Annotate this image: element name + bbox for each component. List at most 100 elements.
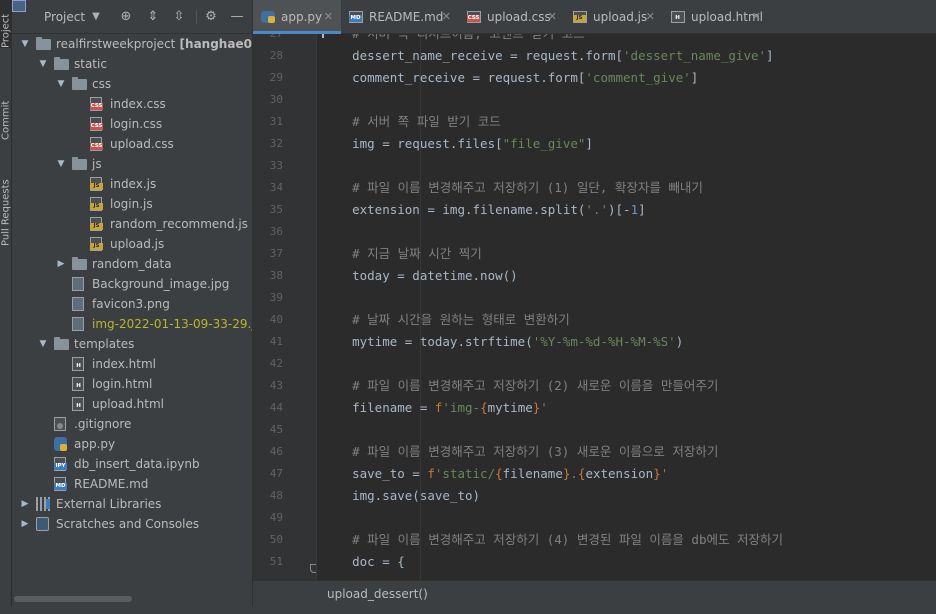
tab-readme-md[interactable]: MD README.md ✕ [341,0,459,34]
tree-item-label: index.js [110,177,157,191]
tree-item-realfirstweekproject[interactable]: ▼ realfirstweekproject [hanghae02] C: [12,34,252,54]
code-line[interactable]: mytime = today.strftime('%Y-%m-%d-%H-%M-… [322,331,683,353]
code-line[interactable]: # 서버 쪽 디저트이름, 코멘트 받기 코드 [322,34,585,45]
tree-item-templates[interactable]: ▼ templates [12,334,252,354]
tree-item-login-css[interactable]: CSS login.css [12,114,252,134]
editor-tabs: app.py ✕ MD README.md ✕ CSS upload.css ✕ JS uploa… [253,0,936,34]
tree-item-upload-css[interactable]: CSS upload.css [12,134,252,154]
js-file-icon: JS [573,11,587,23]
gear-icon[interactable]: ⚙ [203,9,219,25]
close-icon[interactable]: ✕ [646,0,655,34]
folder-icon [36,37,51,50]
chevron-down-icon[interactable]: ▼ [88,9,104,25]
line-number: 35 [269,203,283,216]
chevron-right-icon[interactable]: ▶ [20,514,30,534]
code-line[interactable]: # 파일 이름 변경해주고 저장하기 (2) 새로운 이름을 만들어주기 [322,375,718,397]
tree-item-css[interactable]: ▼ css [12,74,252,94]
breadcrumb-function[interactable]: upload_dessert() [327,581,428,607]
tree-item-index-css[interactable]: CSS index.css [12,94,252,114]
tree-item-index-js[interactable]: JS index.js [12,174,252,194]
line-number: 40 [269,313,283,326]
tree-item-app-py[interactable]: app.py [12,434,252,454]
chevron-down-icon[interactable]: ▼ [20,34,30,54]
tree-item-static[interactable]: ▼ static [12,54,252,74]
project-view-title[interactable]: Project [44,10,85,24]
hide-icon[interactable]: — [229,9,245,25]
code-line[interactable]: today = datetime.now() [322,265,518,287]
close-icon[interactable]: ✕ [442,0,451,34]
tree-item-readme-md[interactable]: MD README.md [12,474,252,494]
chevron-right-icon[interactable]: ▶ [20,494,30,514]
code-line[interactable]: # 서버 쪽 파일 받기 코드 [322,111,501,133]
code-line[interactable]: img = request.files["file_give"] [322,133,593,155]
chevron-down-icon[interactable]: ▼ [38,54,48,74]
chevron-down-icon[interactable]: ▼ [56,154,66,174]
close-icon[interactable]: ✕ [548,0,557,34]
project-panel-header: Project ▼ ⊕ ⇕ ⇳ ⚙ — [12,0,252,34]
ipynb-file-icon: IPY [54,457,67,471]
line-number-gutter: 27 28 29 30 31 32 33 34 35 36 37 38 39 40 41 42 43 44 45 46… [253,34,317,580]
tab-upload-html[interactable]: Hupload.html ✕ [663,0,769,34]
line-number: 47 [269,467,283,480]
code-line[interactable]: doc = { [322,551,405,573]
fold-icon[interactable] [310,564,316,573]
html-file-icon: H [72,377,84,391]
expand-all-icon[interactable]: ⇕ [145,9,161,25]
tree-item-label: index.css [110,97,166,111]
breadcrumb[interactable]: upload_dessert() [253,580,936,606]
tree-item-img-2022-01-13-09-33-29-jp[interactable]: img-2022-01-13-09-33-29.jp [12,314,252,334]
tree-item-upload-js[interactable]: JS upload.js [12,234,252,254]
close-icon[interactable]: ✕ [752,0,761,34]
tree-item-label: login.css [110,117,163,131]
line-number: 32 [269,137,283,150]
editor-area: app.py ✕ MD README.md ✕ CSS upload.css ✕ JS uploa… [252,0,936,614]
code-editor[interactable]: # 서버 쪽 디저트이름, 코멘트 받기 코드 dessert_name_rec… [318,34,936,580]
code-line[interactable]: # 지금 날짜 시간 찍기 [322,243,482,265]
commit-tool-tab-label: Commit [0,100,12,140]
code-line[interactable]: # 파일 이름 변경해주고 저장하기 (4) 변경된 파일 이름을 db에도 저… [322,529,783,551]
collapse-all-icon[interactable]: ⇳ [171,9,187,25]
css-file-icon: CSS [90,137,103,151]
code-line[interactable]: save_to = f'static/{filename}.{extension… [322,463,668,485]
tree-item-scratches-and-consoles[interactable]: ▶ Scratches and Consoles [12,514,252,534]
close-icon[interactable]: ✕ [324,0,333,34]
js-file-icon: JS [90,177,103,191]
code-line[interactable]: # 파일 이름 변경해주고 저장하기 (1) 일단, 확장자를 빼내기 [322,177,703,199]
tree-item-login-js[interactable]: JS login.js [12,194,252,214]
tree-item-background-image-jpg[interactable]: Background_image.jpg [12,274,252,294]
line-number: 28 [269,49,283,62]
code-line[interactable]: img.save(save_to) [322,485,480,507]
code-line[interactable]: filename = f'img-{mytime}' [322,397,548,419]
tree-item-js[interactable]: ▼ js [12,154,252,174]
code-line[interactable]: # 파일 이름 변경해주고 저장하기 (3) 새로운 이름으로 저장하기 [322,441,718,463]
tree-item-db-insert-data-ipynb[interactable]: IPY db_insert_data.ipynb [12,454,252,474]
code-line[interactable]: # 날짜 시간을 원하는 형태로 변환하기 [322,309,570,331]
code-line[interactable]: dessert_name_receive = request.form['des… [322,45,773,67]
image-file-icon [72,277,84,291]
chevron-down-icon[interactable]: ▼ [38,334,48,354]
tab-upload-css[interactable]: CSS upload.css ✕ [459,0,565,34]
target-icon[interactable]: ⊕ [118,9,134,25]
tree-item-upload-html[interactable]: Hupload.html [12,394,252,414]
code-line[interactable]: extension = img.filename.split('.')[-1] [322,199,646,221]
code-line[interactable]: comment_receive = request.form['comment_… [322,67,698,89]
tree-item-random-data[interactable]: ▶ random_data [12,254,252,274]
tab-app-py[interactable]: app.py ✕ [253,0,341,34]
tree-item-index-html[interactable]: Hindex.html [12,354,252,374]
tree-item-login-html[interactable]: Hlogin.html [12,374,252,394]
tree-item-gitignore[interactable]: .gitignore [12,414,252,434]
js-file-icon: JS [90,237,103,251]
tree-item-favicon3-png[interactable]: favicon3.png [12,294,252,314]
chevron-down-icon[interactable]: ▼ [56,74,66,94]
tree-item-label: css [92,77,112,91]
tab-upload-js[interactable]: JS upload.js ✕ [565,0,663,34]
tab-label: README.md [369,10,444,24]
tree-item-label: app.py [74,437,116,451]
tree-item-random-recommend-js[interactable]: JS random_recommend.js [12,214,252,234]
tree-item-external-libraries[interactable]: ▶ External Libraries [12,494,252,514]
html-file-icon: H [72,397,84,411]
chevron-right-icon[interactable]: ▶ [56,254,66,274]
scrollbar-thumb[interactable] [14,596,132,602]
css-file-icon: CSS [90,97,103,111]
image-file-icon [72,297,84,311]
